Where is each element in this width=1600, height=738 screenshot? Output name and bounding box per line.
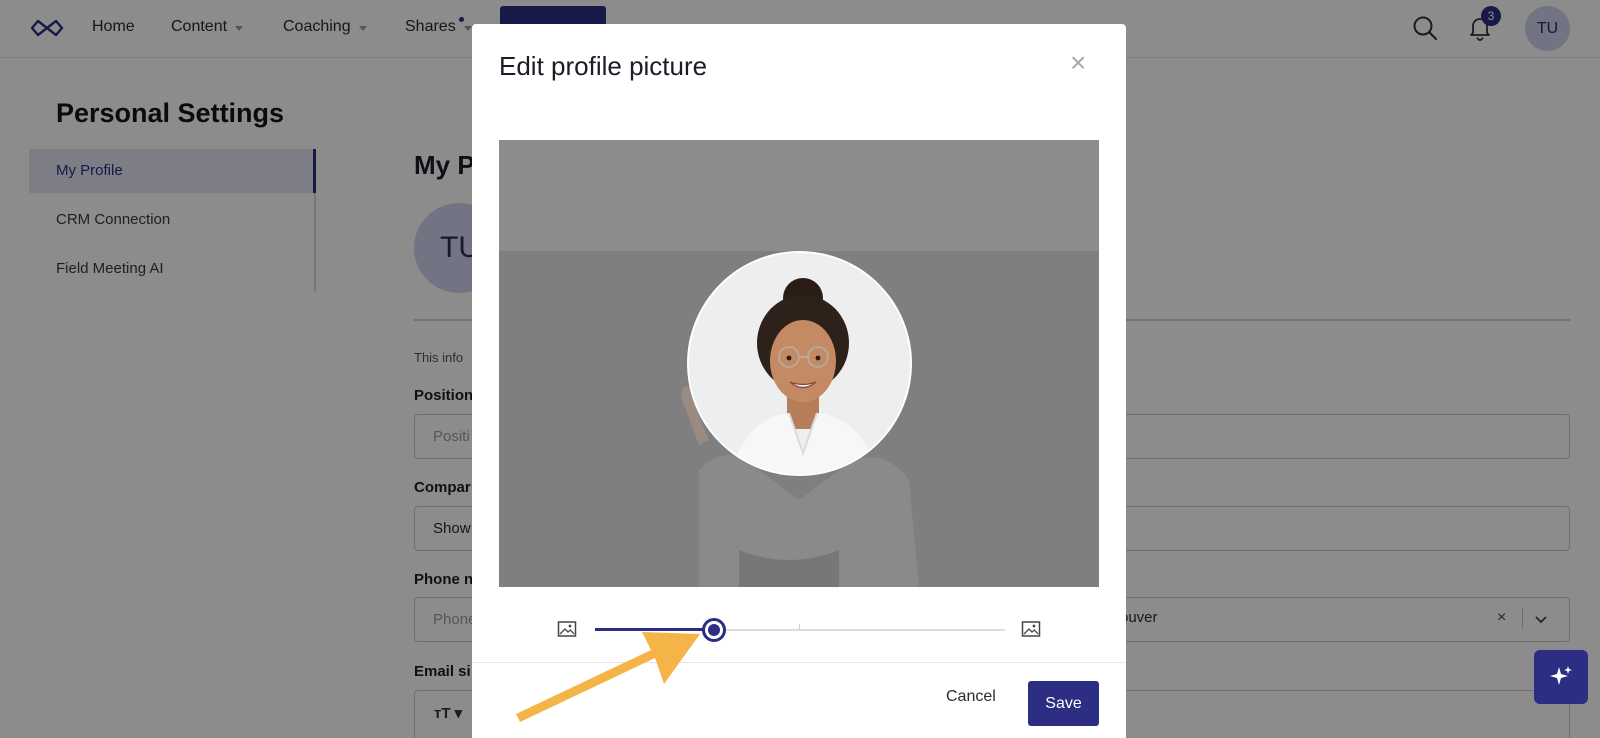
image-crop-area[interactable] — [499, 140, 1099, 587]
dialog-footer-divider — [472, 662, 1126, 663]
zoom-control — [557, 614, 1049, 644]
image-small-icon[interactable] — [557, 620, 577, 638]
profile-photo — [689, 253, 910, 474]
zoom-slider-fill — [595, 628, 714, 631]
sparkle-icon — [1550, 666, 1572, 685]
save-button[interactable]: Save — [1028, 681, 1099, 726]
close-icon[interactable]: × — [1070, 49, 1086, 77]
crop-circle[interactable] — [687, 251, 912, 476]
image-large-icon[interactable] — [1021, 620, 1041, 638]
edit-profile-picture-dialog: Edit profile picture × Cancel Save — [472, 24, 1126, 738]
dialog-title: Edit profile picture — [499, 51, 708, 81]
zoom-slider-thumb[interactable] — [701, 618, 726, 642]
cancel-button[interactable]: Cancel — [946, 688, 996, 706]
zoom-slider-midpoint-tick — [799, 624, 800, 629]
ai-assistant-button[interactable] — [1534, 650, 1588, 704]
